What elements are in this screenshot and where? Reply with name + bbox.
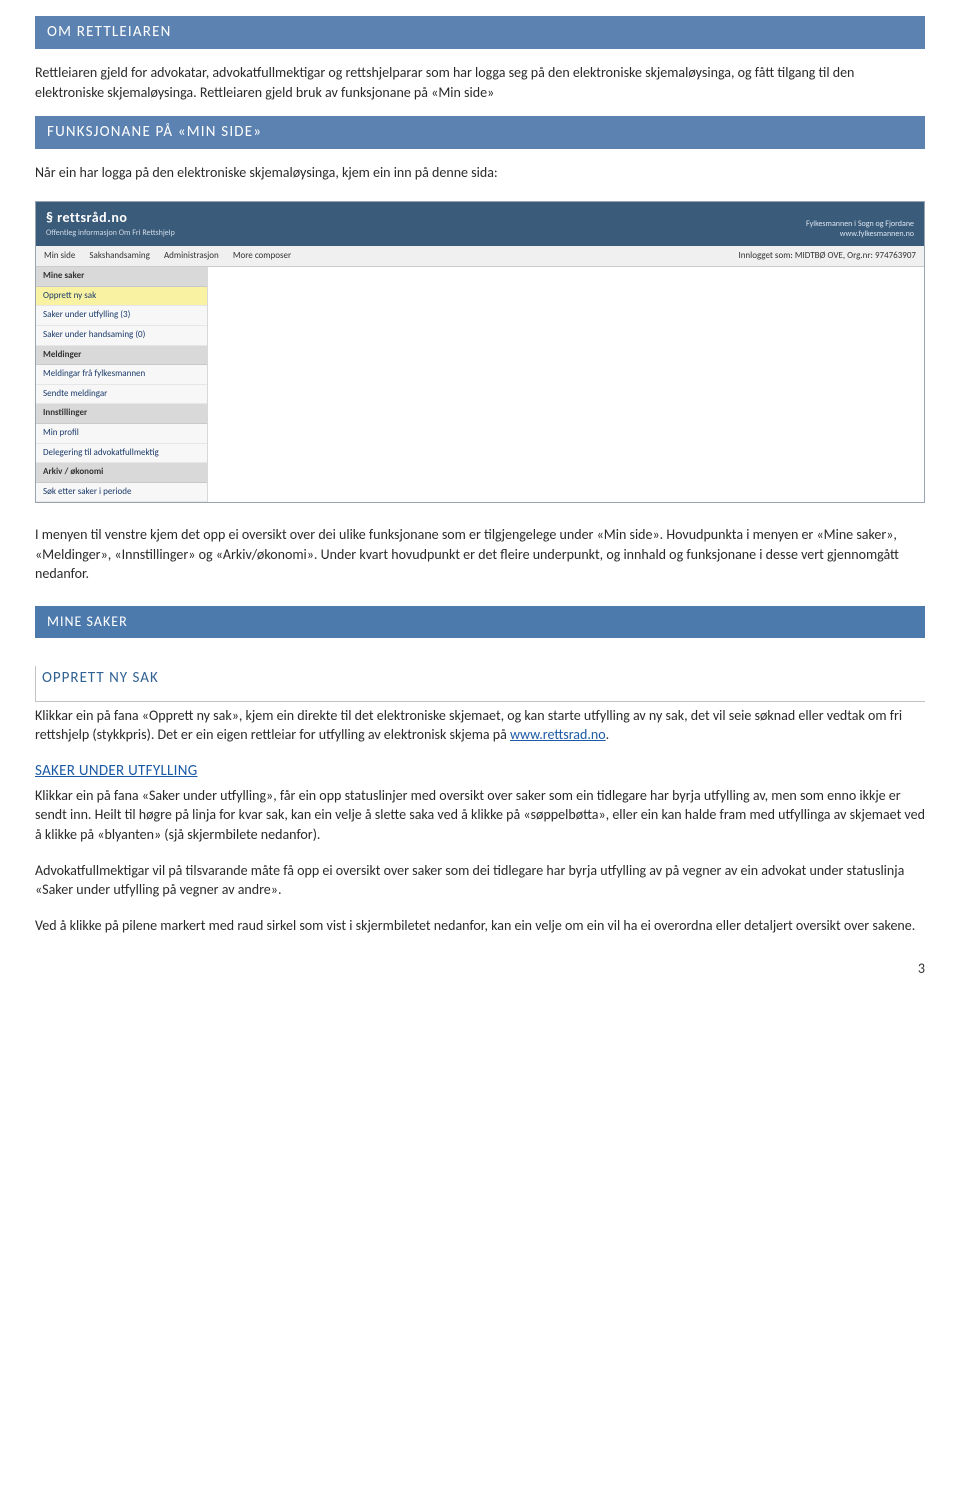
ss-top-right: Fylkesmannen i Sogn og Fjordane www.fylk… bbox=[806, 219, 914, 240]
ss-top-right-line2: www.fylkesmannen.no bbox=[806, 229, 914, 239]
ss-side-item-delegering[interactable]: Delegering til advokatfullmektig bbox=[36, 444, 207, 464]
paragraph-login-note: Når ein har logga på den elektroniske sk… bbox=[35, 163, 925, 183]
subsection-saker-under-utfylling: SAKER UNDER UTFYLLING bbox=[35, 761, 925, 782]
ss-logo-main: § rettsråd.no bbox=[46, 208, 175, 228]
ss-side-item-opprett-ny-sak[interactable]: Opprett ny sak bbox=[36, 287, 207, 307]
ss-side-head-mine-saker: Mine saker bbox=[36, 267, 207, 287]
text-opprett-a: Klikkar ein på fana «Opprett ny sak», kj… bbox=[35, 707, 902, 744]
ss-menubar: Min side Sakshandsaming Administrasjon M… bbox=[36, 246, 924, 268]
section-heading-text: MINE SAKER bbox=[47, 613, 128, 630]
ss-side-item-sok-saker[interactable]: Søk etter saker i periode bbox=[36, 483, 207, 503]
paragraph-saker-p1: Klikkar ein på fana «Saker under utfylli… bbox=[35, 786, 925, 845]
section-heading-funksjonane: FUNKSJONANE PÅ «MIN SIDE» bbox=[35, 116, 925, 149]
paragraph-intro: Rettleiaren gjeld for advokatar, advokat… bbox=[35, 63, 925, 102]
ss-menu-right: Innlogget som: MIDTBØ OVE, Org.nr: 97476… bbox=[738, 250, 916, 263]
ss-topbar: § rettsråd.no Offentleg informasjon Om F… bbox=[36, 202, 924, 246]
section-heading-text: OM RETTLEIAREN bbox=[47, 23, 171, 41]
section-heading-mine-saker: MINE SAKER bbox=[35, 606, 925, 638]
ss-side-head-innstillinger: Innstillinger bbox=[36, 404, 207, 424]
ss-side-head-meldinger: Meldinger bbox=[36, 346, 207, 366]
section-heading-om-rettleiaren: OM RETTLEIAREN bbox=[35, 16, 925, 49]
ss-side-item-sendte-meldingar[interactable]: Sendte meldingar bbox=[36, 385, 207, 405]
subsection-title-text: OPPRETT NY SAK bbox=[42, 669, 159, 687]
ss-menu-item[interactable]: Administrasjon bbox=[164, 250, 219, 261]
ss-body: Mine saker Opprett ny sak Saker under ut… bbox=[36, 267, 924, 502]
ss-side-head-arkiv: Arkiv / økonomi bbox=[36, 463, 207, 483]
section-heading-text: FUNKSJONANE PÅ «MIN SIDE» bbox=[47, 123, 262, 141]
ss-logo-sub: Offentleg informasjon Om Fri Rettshjelp bbox=[46, 228, 175, 239]
page-number: 3 bbox=[35, 959, 925, 979]
ss-menu-item[interactable]: More composer bbox=[233, 250, 291, 261]
paragraph-saker-p2: Advokatfullmektigar vil på tilsvarande m… bbox=[35, 861, 925, 900]
subsection-opprett-ny-sak: OPPRETT NY SAK bbox=[35, 666, 925, 702]
ss-side-item-min-profil[interactable]: Min profil bbox=[36, 424, 207, 444]
ss-side-item-saker-handsaming[interactable]: Saker under handsaming (0) bbox=[36, 326, 207, 346]
ss-logo: § rettsråd.no Offentleg informasjon Om F… bbox=[46, 208, 175, 240]
ss-sidebar: Mine saker Opprett ny sak Saker under ut… bbox=[36, 267, 208, 502]
paragraph-menu-desc: I menyen til venstre kjem det opp ei ove… bbox=[35, 525, 925, 584]
ss-content-area bbox=[208, 267, 924, 502]
paragraph-opprett-body: Klikkar ein på fana «Opprett ny sak», kj… bbox=[35, 706, 925, 745]
link-rettsrad[interactable]: www.rettsrad.no bbox=[510, 726, 606, 743]
paragraph-saker-p3: Ved å klikke på pilene markert med raud … bbox=[35, 916, 925, 936]
text-opprett-b: . bbox=[606, 726, 610, 743]
ss-side-item-saker-utfylling[interactable]: Saker under utfylling (3) bbox=[36, 306, 207, 326]
ss-menu-item[interactable]: Min side bbox=[44, 250, 75, 261]
ss-side-item-meldingar-fra[interactable]: Meldingar frå fylkesmannen bbox=[36, 365, 207, 385]
ss-menu-left: Min side Sakshandsaming Administrasjon M… bbox=[44, 250, 303, 263]
ss-top-right-line1: Fylkesmannen i Sogn og Fjordane bbox=[806, 219, 914, 229]
screenshot-min-side: § rettsråd.no Offentleg informasjon Om F… bbox=[35, 201, 925, 504]
ss-menu-item[interactable]: Sakshandsaming bbox=[89, 250, 150, 261]
